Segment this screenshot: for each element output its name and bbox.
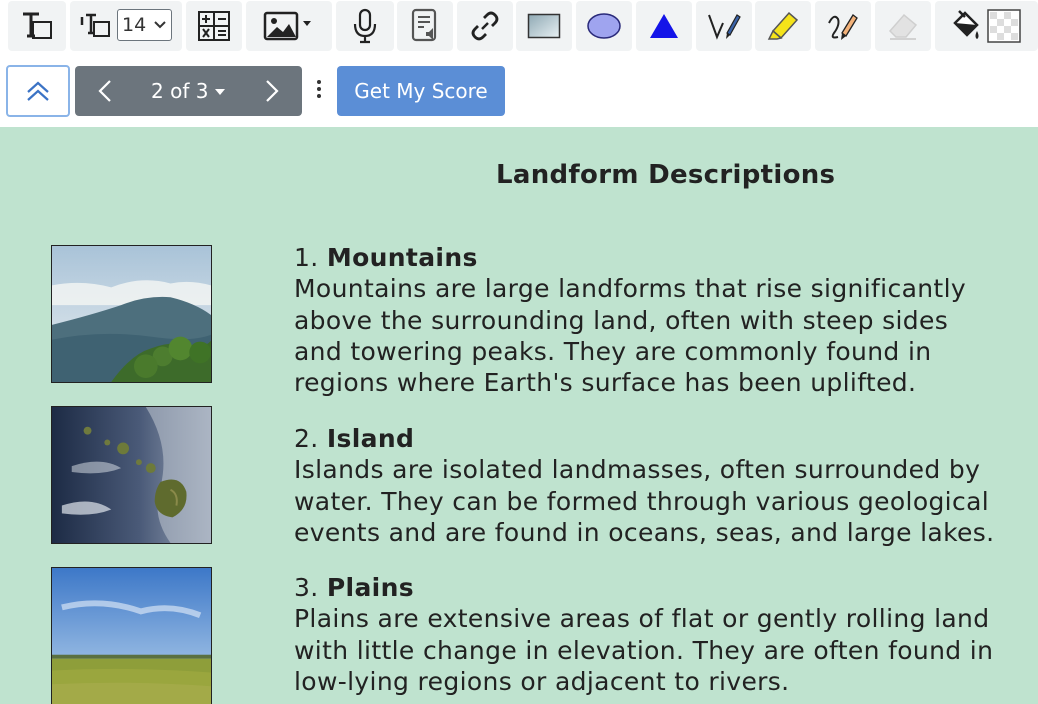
chevron-down-icon [154, 21, 166, 29]
triangle-icon [650, 14, 678, 38]
highlighter-icon [767, 11, 799, 40]
fill-bucket-icon [953, 10, 979, 39]
calculator-icon [198, 11, 230, 41]
text-tool-button[interactable] [8, 1, 66, 51]
page-indicator-dropdown[interactable]: 2 of 3 [151, 79, 208, 103]
audio-note-icon [411, 8, 437, 42]
mountain-image [51, 245, 212, 383]
get-my-score-button[interactable]: Get My Score [337, 66, 505, 116]
pencil-tool-button[interactable] [815, 1, 871, 51]
rectangle-tool-button[interactable] [516, 1, 572, 51]
microphone-icon [353, 8, 377, 44]
entry-name: Island [326, 424, 415, 453]
drawing-toolbar: 14 [0, 0, 1038, 56]
previous-page-button[interactable] [75, 66, 135, 116]
entry-description: 1. Mountains Mountains are large landfor… [294, 242, 1038, 398]
collapse-toolbar-button[interactable] [6, 65, 70, 117]
more-options-icon[interactable] [314, 80, 324, 102]
rectangle-icon [527, 13, 561, 39]
navigation-bar: 2 of 3 Get My Score [0, 56, 1038, 127]
eraser-icon [888, 13, 918, 40]
page-content: Landform Descriptions 1. Mountains Mount… [0, 127, 1038, 704]
island-image [51, 406, 212, 544]
entry-name: Mountains [326, 243, 478, 272]
insert-image-button[interactable] [246, 1, 332, 51]
text-tool-icon [23, 12, 52, 39]
entry-heading: 3. Plains [294, 573, 414, 602]
entry-description: 3. Plains Plains are extensive areas of … [294, 572, 1038, 697]
record-audio-button[interactable] [336, 1, 394, 51]
plains-image [51, 567, 212, 704]
pen-tool-button[interactable] [696, 1, 752, 51]
highlighter-tool-button[interactable] [755, 1, 811, 51]
calculator-button[interactable] [186, 1, 242, 51]
audio-note-button[interactable] [397, 1, 453, 51]
chevron-right-icon [266, 80, 279, 102]
font-size-value: 14 [122, 14, 147, 36]
page-pager: 2 of 3 [75, 66, 302, 116]
entry-heading: 1. Mountains [294, 243, 478, 272]
triangle-tool-button[interactable] [636, 1, 692, 51]
font-size-select[interactable]: 14 [117, 9, 172, 41]
entry-heading: 2. Island [294, 424, 415, 453]
insert-link-button[interactable] [457, 1, 513, 51]
eraser-tool-button[interactable] [875, 1, 931, 51]
next-page-button[interactable] [242, 66, 302, 116]
ellipse-tool-button[interactable] [576, 1, 632, 51]
fill-tool-button[interactable] [935, 1, 1038, 51]
ellipse-icon [587, 13, 621, 39]
page-title: Landform Descriptions [496, 160, 836, 190]
image-icon [263, 11, 311, 41]
transparent-color-swatch-icon[interactable] [987, 9, 1021, 43]
pencil-icon [828, 14, 858, 40]
double-chevron-up-icon [27, 81, 49, 101]
chevron-left-icon [98, 80, 111, 102]
text-size-icon [80, 13, 110, 37]
link-icon [471, 11, 499, 41]
entry-name: Plains [326, 573, 414, 602]
pen-icon [708, 14, 741, 40]
caret-down-icon [215, 89, 225, 95]
entry-description: 2. Island Islands are isolated landmasse… [294, 423, 1038, 548]
